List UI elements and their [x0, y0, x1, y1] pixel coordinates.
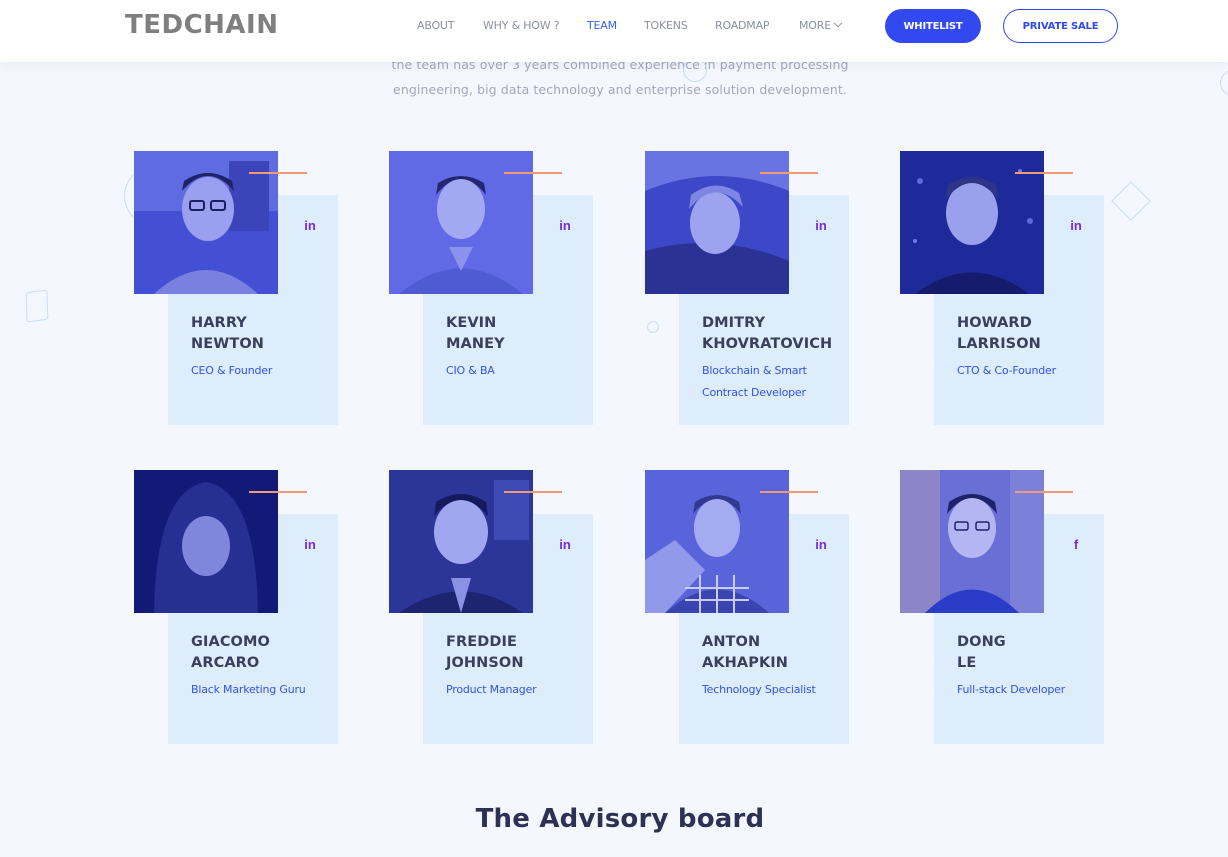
team-member-card: in FREDDIE JOHNSON Product Manager — [389, 470, 599, 745]
accent-line — [504, 172, 562, 174]
accent-line — [504, 491, 562, 493]
member-role: CIO & BA — [446, 364, 495, 377]
whitelist-button[interactable]: WHITELIST — [885, 9, 981, 43]
member-role: Black Marketing Guru — [191, 683, 306, 696]
member-first-name: ANTON — [702, 634, 761, 650]
private-sale-button[interactable]: PRIVATE SALE — [1003, 9, 1118, 43]
member-name: FREDDIE JOHNSON — [446, 632, 596, 674]
team-member-card: in GIACOMO ARCARO Black Marketing Guru — [134, 470, 344, 745]
member-last-name: LE — [957, 655, 977, 671]
member-role: Technology Specialist — [702, 683, 816, 696]
accent-line — [760, 172, 818, 174]
member-role: CTO & Co-Founder — [957, 364, 1056, 377]
accent-line — [1015, 172, 1073, 174]
accent-line — [760, 491, 818, 493]
member-last-name: JOHNSON — [446, 655, 524, 671]
accent-line — [249, 172, 307, 174]
nav-tokens[interactable]: TOKENS — [644, 19, 688, 32]
facebook-icon[interactable]: f — [1068, 537, 1084, 553]
member-last-name: NEWTON — [191, 336, 264, 352]
member-last-name: ARCARO — [191, 655, 260, 671]
member-role: Full-stack Developer — [957, 683, 1066, 696]
linkedin-icon[interactable]: in — [557, 537, 573, 553]
advisory-board-title: The Advisory board — [475, 804, 765, 834]
member-name: KEVIN MANEY — [446, 313, 596, 355]
member-role: CEO & Founder — [191, 364, 273, 377]
member-first-name: KEVIN — [446, 315, 497, 331]
team-member-card: in DMITRY KHOVRATOVICH Blockchain & Smart… — [645, 151, 855, 426]
team-member-card: f DONG LE Full-stack Developer — [900, 470, 1110, 745]
intro-line: engineering, big data technology and ent… — [393, 82, 847, 97]
member-name: HARRY NEWTON — [191, 313, 341, 355]
team-member-card: in HARRY NEWTON CEO & Founder — [134, 151, 344, 426]
linkedin-icon[interactable]: in — [557, 218, 573, 234]
accent-line — [1015, 491, 1073, 493]
member-first-name: HARRY — [191, 315, 247, 331]
linkedin-icon[interactable]: in — [302, 537, 318, 553]
member-name: DONG LE — [957, 632, 1107, 674]
member-last-name: AKHAPKIN — [702, 655, 789, 671]
nav-about[interactable]: ABOUT — [417, 19, 455, 32]
member-last-name: LARRISON — [957, 336, 1041, 352]
member-first-name: DMITRY — [702, 315, 766, 331]
linkedin-icon[interactable]: in — [1068, 218, 1084, 234]
member-name: GIACOMO ARCARO — [191, 632, 341, 674]
linkedin-icon[interactable]: in — [302, 218, 318, 234]
member-role: Product Manager — [446, 683, 537, 696]
nav-roadmap[interactable]: ROADMAP — [715, 19, 770, 32]
linkedin-icon[interactable]: in — [813, 537, 829, 553]
chevron-down-icon — [833, 18, 843, 28]
nav-more-label: MORE — [799, 19, 831, 32]
decorative-ring — [1220, 70, 1228, 96]
member-first-name: GIACOMO — [191, 634, 270, 650]
site-header: TEDCHAIN ABOUT WHY & HOW ? TEAM TOKENS R… — [0, 0, 1228, 62]
member-first-name: DONG — [957, 634, 1006, 650]
member-last-name: MANEY — [446, 336, 505, 352]
member-first-name: FREDDIE — [446, 634, 518, 650]
decorative-shape — [25, 289, 49, 323]
accent-line — [249, 491, 307, 493]
team-member-card: in KEVIN MANEY CIO & BA — [389, 151, 599, 426]
team-member-card: in ANTON AKHAPKIN Technology Specialist — [645, 470, 855, 745]
member-role: Blockchain & Smart Contract Developer — [702, 364, 807, 399]
member-name: ANTON AKHAPKIN — [702, 632, 852, 674]
nav-why-how[interactable]: WHY & HOW ? — [483, 19, 560, 32]
team-member-card: in HOWARD LARRISON CTO & Co-Founder — [900, 151, 1110, 426]
member-first-name: HOWARD — [957, 315, 1032, 331]
decorative-diamond — [1111, 181, 1151, 221]
nav-team[interactable]: TEAM — [587, 19, 617, 32]
member-name: DMITRY KHOVRATOVICH — [702, 313, 852, 355]
linkedin-icon[interactable]: in — [813, 218, 829, 234]
member-last-name: KHOVRATOVICH — [702, 336, 833, 352]
member-name: HOWARD LARRISON — [957, 313, 1107, 355]
nav-more[interactable]: MORE — [799, 18, 843, 32]
